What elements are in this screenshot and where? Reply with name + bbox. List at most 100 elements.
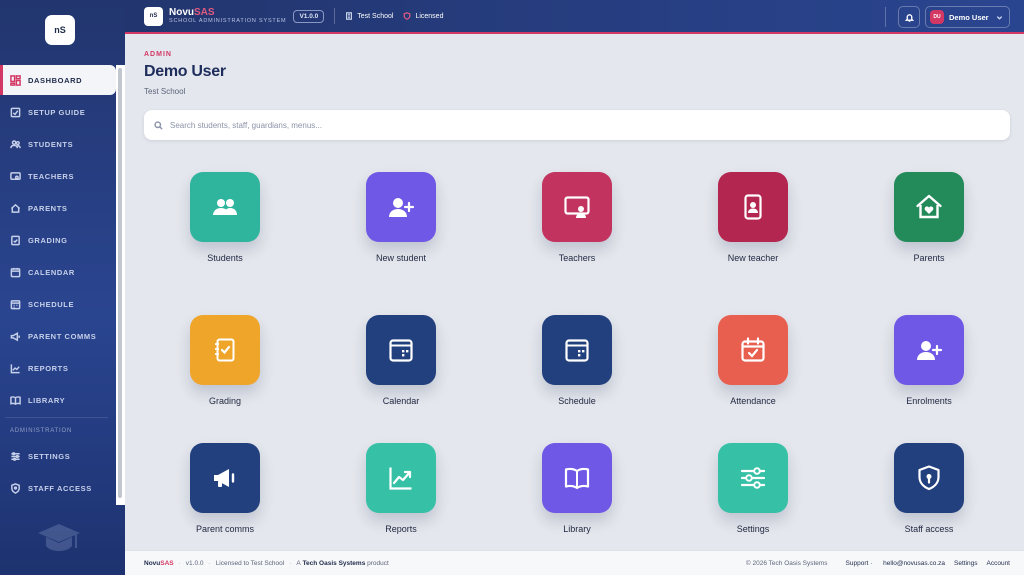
tile-reports[interactable]: Reports xyxy=(351,443,451,534)
footer-brand-main: Novu xyxy=(144,559,161,567)
guide-icon xyxy=(10,107,21,117)
footer-support-email[interactable]: hello@novusas.co.za xyxy=(883,560,945,567)
search-input[interactable] xyxy=(170,120,990,130)
shield-icon xyxy=(11,482,20,494)
brand-tagline: SCHOOL ADMINISTRATION SYSTEM xyxy=(169,17,287,24)
home-heart-icon xyxy=(916,194,942,219)
tile-students[interactable]: Students xyxy=(175,172,275,263)
license-status: Licensed xyxy=(415,12,444,20)
tile-icon-box xyxy=(366,172,436,242)
sidebar-item-calendar[interactable]: CALENDAR xyxy=(0,257,116,287)
sidebar-item-reports[interactable]: REPORTS xyxy=(0,353,116,383)
notifications-button[interactable] xyxy=(898,6,920,28)
tile-label: Attendance xyxy=(730,396,776,406)
sidebar-item-students[interactable]: STUDENTS xyxy=(0,129,116,159)
sidebar-item-label: SETUP GUIDE xyxy=(28,107,86,117)
book-icon xyxy=(564,467,590,490)
settings-icon xyxy=(11,451,20,461)
dashboard-icon xyxy=(10,74,21,86)
tile-library[interactable]: Library xyxy=(527,443,627,534)
tile-icon-box xyxy=(894,315,964,385)
students-icon xyxy=(10,139,21,148)
sidebar-item-label: STUDENTS xyxy=(28,139,74,149)
tile-staff-access[interactable]: Staff access xyxy=(879,443,979,534)
calendar-icon xyxy=(389,339,413,362)
sidebar-item-label: PARENTS xyxy=(28,203,68,213)
footer-settings-link[interactable]: Settings xyxy=(954,560,978,567)
search-icon xyxy=(154,120,163,130)
clipboard-check-icon xyxy=(215,338,235,362)
tile-label: Parents xyxy=(913,253,945,263)
tile-icon-box xyxy=(190,315,260,385)
bell-icon xyxy=(904,13,914,22)
add-user-icon xyxy=(389,198,415,217)
footer-account-link[interactable]: Account xyxy=(987,560,1011,567)
trend-chart-icon xyxy=(389,467,412,490)
teachers-icon xyxy=(10,171,21,180)
graduation-cap-icon xyxy=(38,524,80,551)
role-label: ADMIN xyxy=(144,51,172,58)
sidebar-item-label: CALENDAR xyxy=(28,267,75,277)
search-bar[interactable] xyxy=(144,110,1010,140)
tile-label: Schedule xyxy=(558,396,596,406)
tile-teachers[interactable]: Teachers xyxy=(527,172,627,263)
tile-icon-box xyxy=(894,443,964,513)
sidebar-item-dashboard[interactable]: DASHBOARD xyxy=(0,65,116,95)
footer-company[interactable]: Tech Oasis Systems xyxy=(303,560,366,567)
sidebar-item-library[interactable]: LIBRARY xyxy=(0,385,116,415)
tile-parent-comms[interactable]: Parent comms xyxy=(175,443,275,534)
reports-icon xyxy=(10,363,20,373)
footer-separator: · xyxy=(289,559,292,567)
megaphone-icon xyxy=(214,469,235,487)
tile-schedule[interactable]: Schedule xyxy=(527,315,627,406)
tile-grading[interactable]: Grading xyxy=(175,315,275,406)
sidebar-item-parent-comms[interactable]: PARENT COMMS xyxy=(0,321,116,351)
tile-icon-box xyxy=(718,172,788,242)
sidebar-item-teachers[interactable]: TEACHERS xyxy=(0,161,116,191)
tile-label: Enrolments xyxy=(906,396,952,406)
tile-label: Parent comms xyxy=(195,524,255,534)
tile-settings[interactable]: Settings xyxy=(703,443,803,534)
sidebar-logo[interactable]: nS xyxy=(45,15,75,45)
sidebar-item-setup-guide[interactable]: SETUP GUIDE xyxy=(0,97,116,127)
footer-separator: · xyxy=(208,559,211,567)
chevron-down-icon xyxy=(996,15,1003,20)
tile-calendar[interactable]: Calendar xyxy=(351,315,451,406)
sidebar-item-label: SETTINGS xyxy=(28,451,71,461)
schedule-icon xyxy=(565,339,589,362)
sidebar-scrollbar-thumb[interactable] xyxy=(118,68,122,498)
tile-icon-box xyxy=(894,172,964,242)
tile-icon-box xyxy=(366,443,436,513)
sidebar-item-label: REPORTS xyxy=(28,363,69,373)
header-actions: DU Demo User xyxy=(885,6,1010,28)
tile-label: Settings xyxy=(736,524,770,534)
sidebar-item-grading[interactable]: GRADING xyxy=(0,225,116,255)
sidebar-item-settings[interactable]: SETTINGS xyxy=(0,441,116,471)
tile-parents[interactable]: Parents xyxy=(879,172,979,263)
tile-icon-box xyxy=(190,443,260,513)
tile-new-teacher[interactable]: New teacher xyxy=(703,172,803,263)
header-logo[interactable]: nS xyxy=(144,6,163,26)
tile-attendance[interactable]: Attendance xyxy=(703,315,803,406)
sidebar-item-label: DASHBOARD xyxy=(28,75,83,85)
brand: NovuSAS SCHOOL ADMINISTRATION SYSTEM xyxy=(169,7,287,25)
version-badge: V1.0.0 xyxy=(293,9,325,23)
tile-label: Calendar xyxy=(382,396,420,406)
tile-label: Students xyxy=(207,253,243,263)
footer-brand: NovuSAS xyxy=(144,560,174,567)
sidebar-item-parents[interactable]: PARENTS xyxy=(0,193,116,223)
sidebar-item-label: STAFF ACCESS xyxy=(28,483,92,493)
footer-support-label: Support xyxy=(845,559,869,567)
tile-new-student[interactable]: New student xyxy=(351,172,451,263)
sidebar-item-label: GRADING xyxy=(28,235,68,245)
school-name: Test School xyxy=(357,12,394,20)
sidebar-item-staff-access[interactable]: STAFF ACCESS xyxy=(0,473,116,503)
user-menu-button[interactable]: DU Demo User xyxy=(925,6,1010,28)
tile-label: Library xyxy=(563,524,591,534)
school-indicator: Test School xyxy=(345,12,393,20)
teacher-board-icon xyxy=(564,196,590,218)
shield-check-icon xyxy=(404,12,411,20)
footer-support[interactable]: Support · hello@novusas.co.za xyxy=(837,560,945,567)
sidebar-item-schedule[interactable]: SCHEDULE xyxy=(0,289,116,319)
tile-enrolments[interactable]: Enrolments xyxy=(879,315,979,406)
